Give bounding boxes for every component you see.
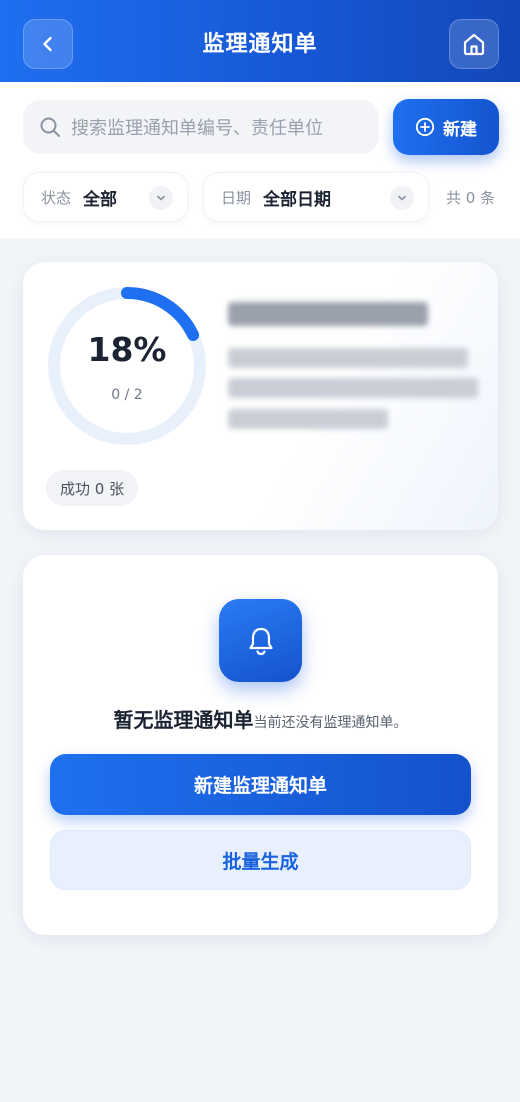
home-icon xyxy=(463,33,485,56)
bell-icon xyxy=(248,627,273,655)
empty-state-message: 暂无监理通知单当前还没有监理通知单。 xyxy=(23,704,498,733)
redacted-text xyxy=(228,302,428,326)
page-title: 监理通知单 xyxy=(202,32,318,57)
status-filter[interactable]: 状态 全部 xyxy=(23,172,188,222)
chevron-down-icon xyxy=(149,186,173,210)
status-filter-label: 状态 xyxy=(41,188,72,207)
result-count: 共 0 条 xyxy=(446,189,496,207)
home-button[interactable] xyxy=(449,19,499,69)
success-count-badge: 成功 0 张 xyxy=(46,470,139,506)
progress-ratio: 0 / 2 xyxy=(111,387,143,403)
date-filter-label: 日期 xyxy=(221,188,252,207)
empty-state-subtitle: 当前还没有监理通知单。 xyxy=(253,715,408,731)
status-filter-value: 全部 xyxy=(83,189,118,210)
filter-toolbar: 搜索监理通知单编号、责任单位 新建 状态 全部 日期 全部日期 共 0 条 xyxy=(0,82,520,238)
empty-state-title: 暂无监理通知单 xyxy=(113,708,254,732)
redacted-text xyxy=(228,378,478,398)
date-filter[interactable]: 日期 全部日期 xyxy=(203,172,429,222)
batch-generate-button[interactable]: 批量生成 xyxy=(50,830,471,890)
new-button-label: 新建 xyxy=(443,119,477,140)
date-filter-value: 全部日期 xyxy=(263,189,332,210)
search-icon xyxy=(40,117,60,137)
empty-state-card: 暂无监理通知单当前还没有监理通知单。 新建监理通知单 批量生成 xyxy=(23,555,498,935)
plus-circle-icon xyxy=(415,117,435,137)
app-header: 监理通知单 xyxy=(0,0,520,82)
search-placeholder: 搜索监理通知单编号、责任单位 xyxy=(71,118,323,139)
redacted-text xyxy=(228,409,388,429)
create-notice-button[interactable]: 新建监理通知单 xyxy=(50,754,471,815)
new-button[interactable]: 新建 xyxy=(393,99,499,155)
chevron-down-icon xyxy=(390,186,414,210)
progress-card: 18% 0 / 2 成功 0 张 xyxy=(23,262,498,530)
search-input[interactable]: 搜索监理通知单编号、责任单位 xyxy=(23,100,379,154)
progress-percent: 18% xyxy=(87,330,167,369)
redacted-text xyxy=(228,348,468,368)
bell-badge xyxy=(219,599,302,682)
